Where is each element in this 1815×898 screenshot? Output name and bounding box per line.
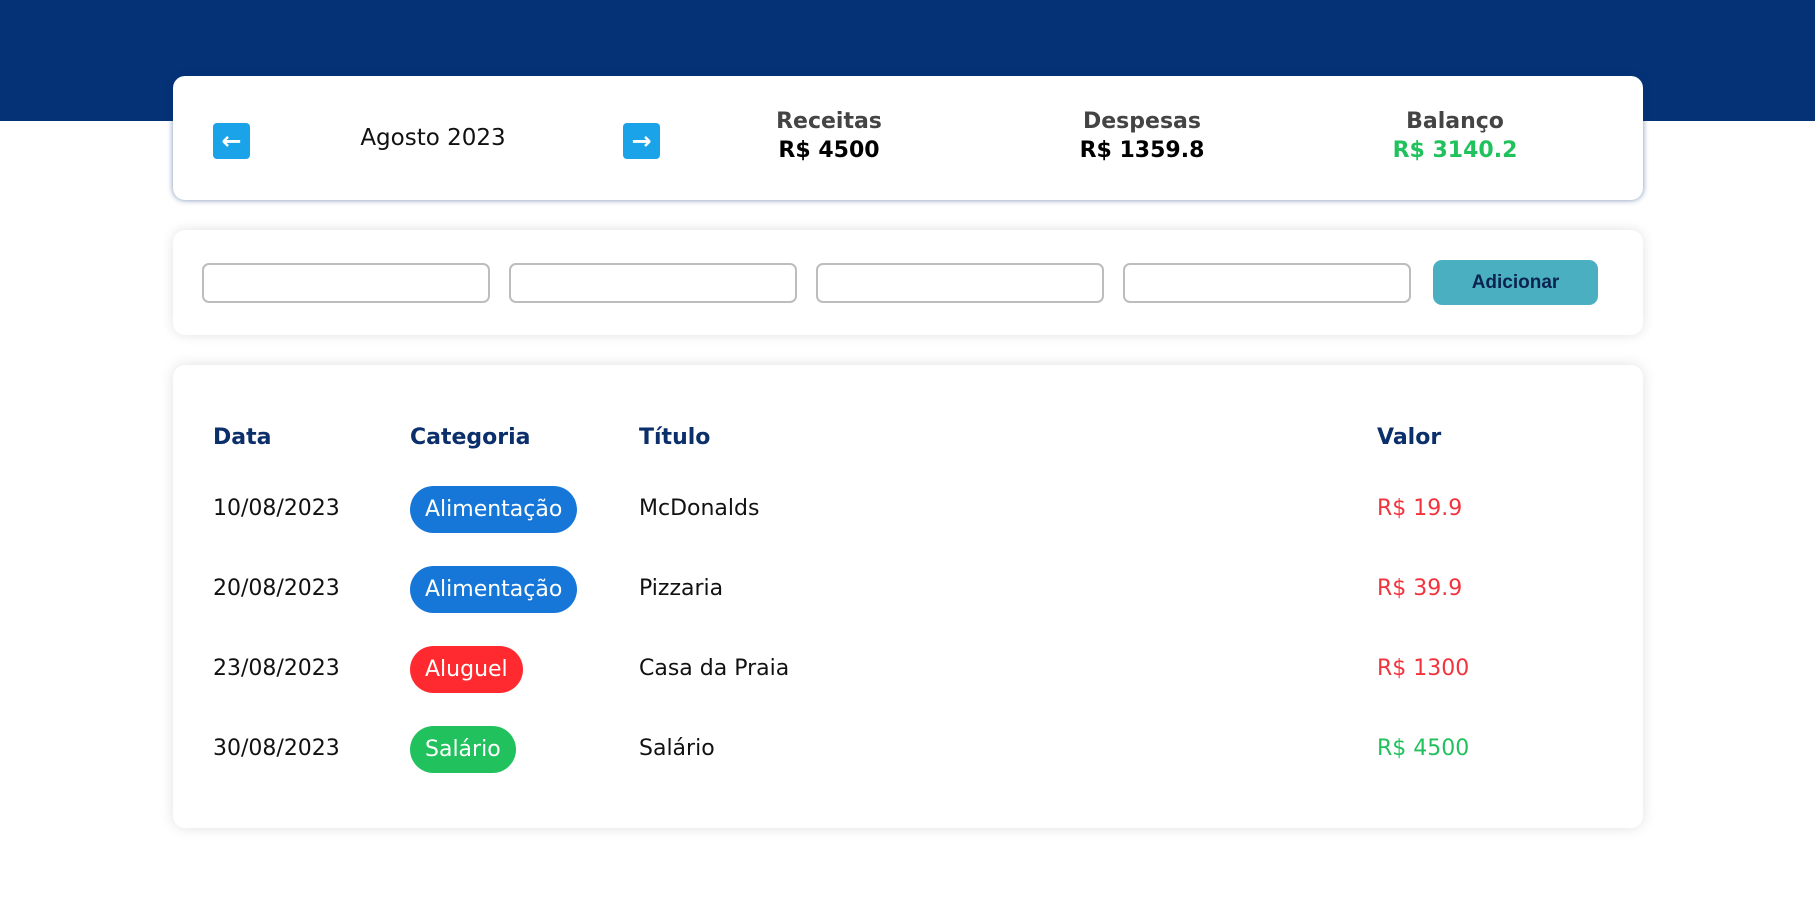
next-month-button[interactable]: → <box>623 123 660 159</box>
despesas-label: Despesas <box>1083 109 1201 134</box>
receitas-value: R$ 4500 <box>778 138 880 163</box>
row-value: R$ 39.9 <box>1377 576 1463 601</box>
balanco-value: R$ 3140.2 <box>1392 138 1518 163</box>
category-badge: Aluguel <box>410 646 523 693</box>
table-row: 23/08/2023 Aluguel Casa da Praia R$ 1300 <box>173 646 1643 694</box>
row-value: R$ 1300 <box>1377 656 1470 681</box>
receitas-label: Receitas <box>776 109 882 134</box>
row-date: 20/08/2023 <box>213 576 340 601</box>
despesas-stat: Despesas R$ 1359.8 <box>1042 109 1242 163</box>
date-input[interactable] <box>202 263 490 303</box>
row-title: McDonalds <box>639 496 760 521</box>
arrow-left-icon: ← <box>221 127 242 155</box>
row-date: 23/08/2023 <box>213 656 340 681</box>
header-categoria: Categoria <box>410 425 531 450</box>
month-summary-card: ← Agosto 2023 → Receitas R$ 4500 Despesa… <box>173 76 1643 200</box>
row-title: Pizzaria <box>639 576 724 601</box>
category-badge: Alimentação <box>410 486 578 533</box>
despesas-value: R$ 1359.8 <box>1079 138 1205 163</box>
table-row: 20/08/2023 Alimentação Pizzaria R$ 39.9 <box>173 566 1643 614</box>
row-value: R$ 19.9 <box>1377 496 1463 521</box>
row-date: 10/08/2023 <box>213 496 340 521</box>
value-input[interactable] <box>1123 263 1411 303</box>
row-title: Casa da Praia <box>639 656 790 681</box>
row-value: R$ 4500 <box>1377 736 1470 761</box>
row-date: 30/08/2023 <box>213 736 340 761</box>
receitas-stat: Receitas R$ 4500 <box>729 109 929 163</box>
add-button[interactable]: Adicionar <box>1433 260 1598 305</box>
current-month-label: Agosto 2023 <box>360 125 506 151</box>
table-row: 30/08/2023 Salário Salário R$ 4500 <box>173 726 1643 774</box>
balanco-label: Balanço <box>1406 109 1504 134</box>
header-data: Data <box>213 425 272 450</box>
row-title: Salário <box>639 736 715 761</box>
table-row: 10/08/2023 Alimentação McDonalds R$ 19.9 <box>173 486 1643 534</box>
add-transaction-form: Adicionar <box>173 230 1643 335</box>
category-badge: Alimentação <box>410 566 578 613</box>
category-input[interactable] <box>509 263 797 303</box>
header-titulo: Título <box>639 425 711 450</box>
arrow-right-icon: → <box>631 127 652 155</box>
transactions-table: Data Categoria Título Valor 10/08/2023 A… <box>173 365 1643 828</box>
prev-month-button[interactable]: ← <box>213 123 250 159</box>
balanco-stat: Balanço R$ 3140.2 <box>1355 109 1555 163</box>
header-valor: Valor <box>1377 425 1442 450</box>
title-input[interactable] <box>816 263 1104 303</box>
category-badge: Salário <box>410 726 516 773</box>
